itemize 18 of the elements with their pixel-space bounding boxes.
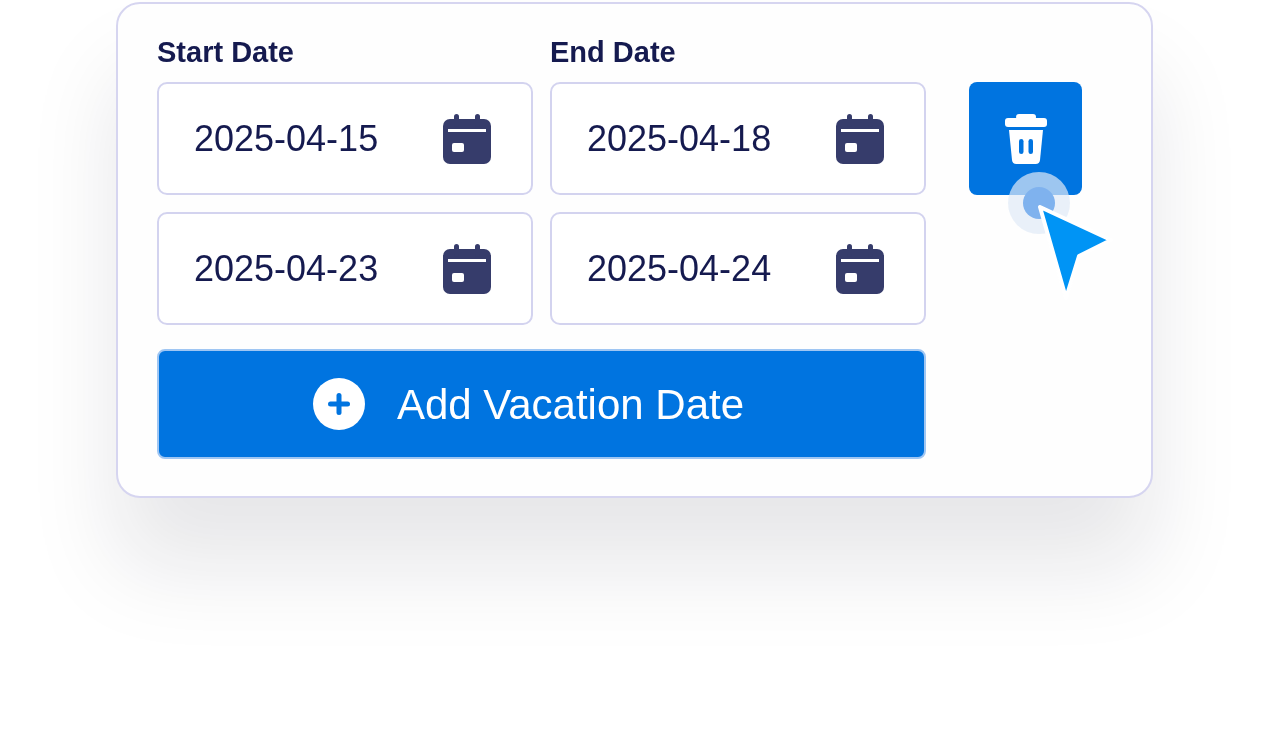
trash-icon — [1004, 113, 1047, 164]
add-vacation-date-button[interactable]: Add Vacation Date — [157, 349, 926, 459]
plus-icon — [312, 378, 365, 430]
date-value: 2025-04-15 — [194, 116, 379, 161]
date-value: 2025-04-23 — [194, 246, 379, 291]
date-field[interactable]: 2025-04-15 — [157, 82, 533, 195]
calendar-icon[interactable] — [443, 243, 491, 294]
date-field[interactable]: 2025-04-24 — [550, 212, 926, 325]
date-value: 2025-04-24 — [587, 246, 772, 291]
date-value: 2025-04-18 — [587, 116, 772, 161]
delete-button[interactable] — [969, 82, 1082, 195]
column-label: Start Date — [157, 35, 295, 70]
calendar-icon[interactable] — [443, 113, 491, 164]
date-field[interactable]: 2025-04-23 — [157, 212, 533, 325]
column-label: End Date — [550, 35, 677, 70]
date-field[interactable]: 2025-04-18 — [550, 82, 926, 195]
calendar-icon[interactable] — [836, 243, 884, 294]
calendar-icon[interactable] — [836, 113, 884, 164]
